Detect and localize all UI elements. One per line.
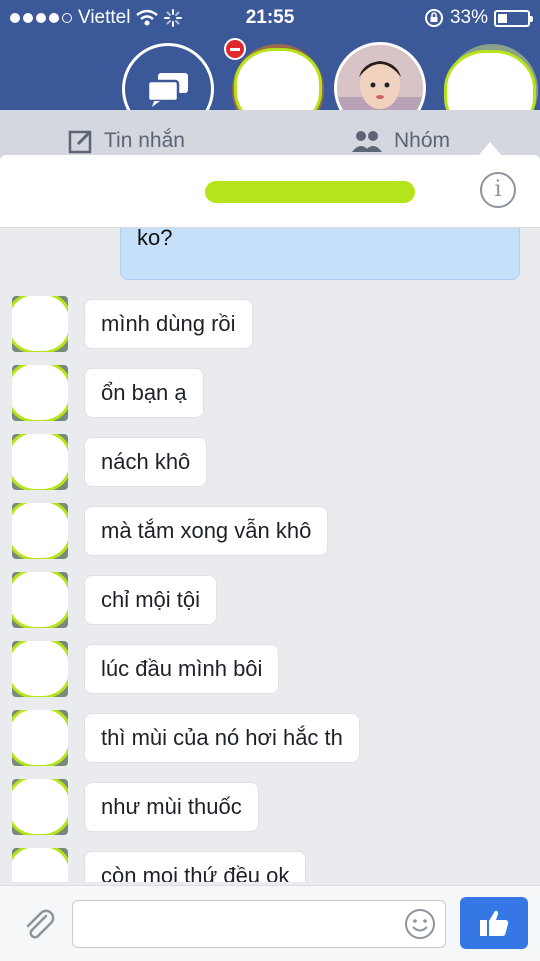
message-row: như mùi thuốc	[0, 779, 540, 835]
tab-groups-label: Nhóm	[394, 129, 451, 152]
incoming-message: chỉ mội tội	[84, 575, 218, 625]
status-bar: Viettel 21:55 33%	[0, 0, 540, 36]
sender-avatar	[12, 434, 68, 490]
tab-messages[interactable]: Tin nhắn	[68, 128, 185, 154]
notification-badge	[224, 38, 246, 60]
message-row: ổn bạn ạ	[0, 365, 540, 421]
sender-avatar	[12, 779, 68, 835]
paperclip-icon[interactable]	[20, 906, 56, 942]
thumbs-up-icon	[480, 910, 509, 936]
compose-icon	[68, 130, 92, 154]
status-right: 33%	[424, 7, 533, 29]
outgoing-message: ko?	[120, 227, 520, 280]
incoming-message: lúc đầu mình bôi	[84, 644, 280, 694]
smiley-icon[interactable]	[404, 908, 436, 940]
message-row: lúc đầu mình bôi	[0, 641, 540, 697]
sender-avatar	[12, 503, 68, 559]
info-icon[interactable]: i	[480, 172, 516, 208]
sender-avatar	[12, 641, 68, 697]
message-input[interactable]	[72, 900, 446, 948]
incoming-message: như mùi thuốc	[84, 782, 259, 832]
message-row: còn mọi thứ đều ok	[0, 848, 540, 882]
incoming-message: mình dùng rồi	[84, 299, 253, 349]
popup-caret	[478, 142, 502, 156]
tab-bar: Tin nhắn Nhóm	[0, 110, 540, 160]
battery-percent: 33%	[449, 7, 488, 28]
message-row: mình dùng rồi	[0, 296, 540, 352]
sender-avatar	[12, 848, 68, 882]
chat-popup: i ko? mình dùng rồi ổn bạn ạ nách khô mà…	[0, 155, 540, 960]
incoming-message: còn mọi thứ đều ok	[84, 851, 307, 882]
battery-icon	[494, 9, 533, 27]
outgoing-message-text: ko?	[137, 227, 173, 250]
chat-header: i	[0, 155, 540, 228]
incoming-message: thì mùi của nó hơi hắc th	[84, 713, 360, 763]
chat-bubbles-icon	[146, 73, 188, 107]
message-row: thì mùi của nó hơi hắc th	[0, 710, 540, 766]
tab-groups[interactable]: Nhóm	[350, 128, 450, 154]
message-row: chỉ mội tội	[0, 572, 540, 628]
like-button[interactable]	[460, 897, 528, 949]
message-row: nách khô	[0, 434, 540, 490]
incoming-message: nách khô	[84, 437, 208, 487]
message-list[interactable]: ko? mình dùng rồi ổn bạn ạ nách khô mà t…	[0, 227, 540, 882]
sender-avatar	[12, 365, 68, 421]
sender-avatar	[12, 710, 68, 766]
group-icon	[352, 131, 382, 152]
contact-name-redacted	[205, 181, 415, 203]
sender-avatar	[12, 296, 68, 352]
tab-messages-label: Tin nhắn	[104, 129, 185, 152]
sender-avatar	[12, 572, 68, 628]
incoming-message: ổn bạn ạ	[84, 368, 204, 418]
message-row: mà tắm xong vẫn khô	[0, 503, 540, 559]
message-composer	[0, 885, 540, 961]
incoming-message: mà tắm xong vẫn khô	[84, 506, 329, 556]
rotation-lock-icon	[424, 9, 443, 27]
